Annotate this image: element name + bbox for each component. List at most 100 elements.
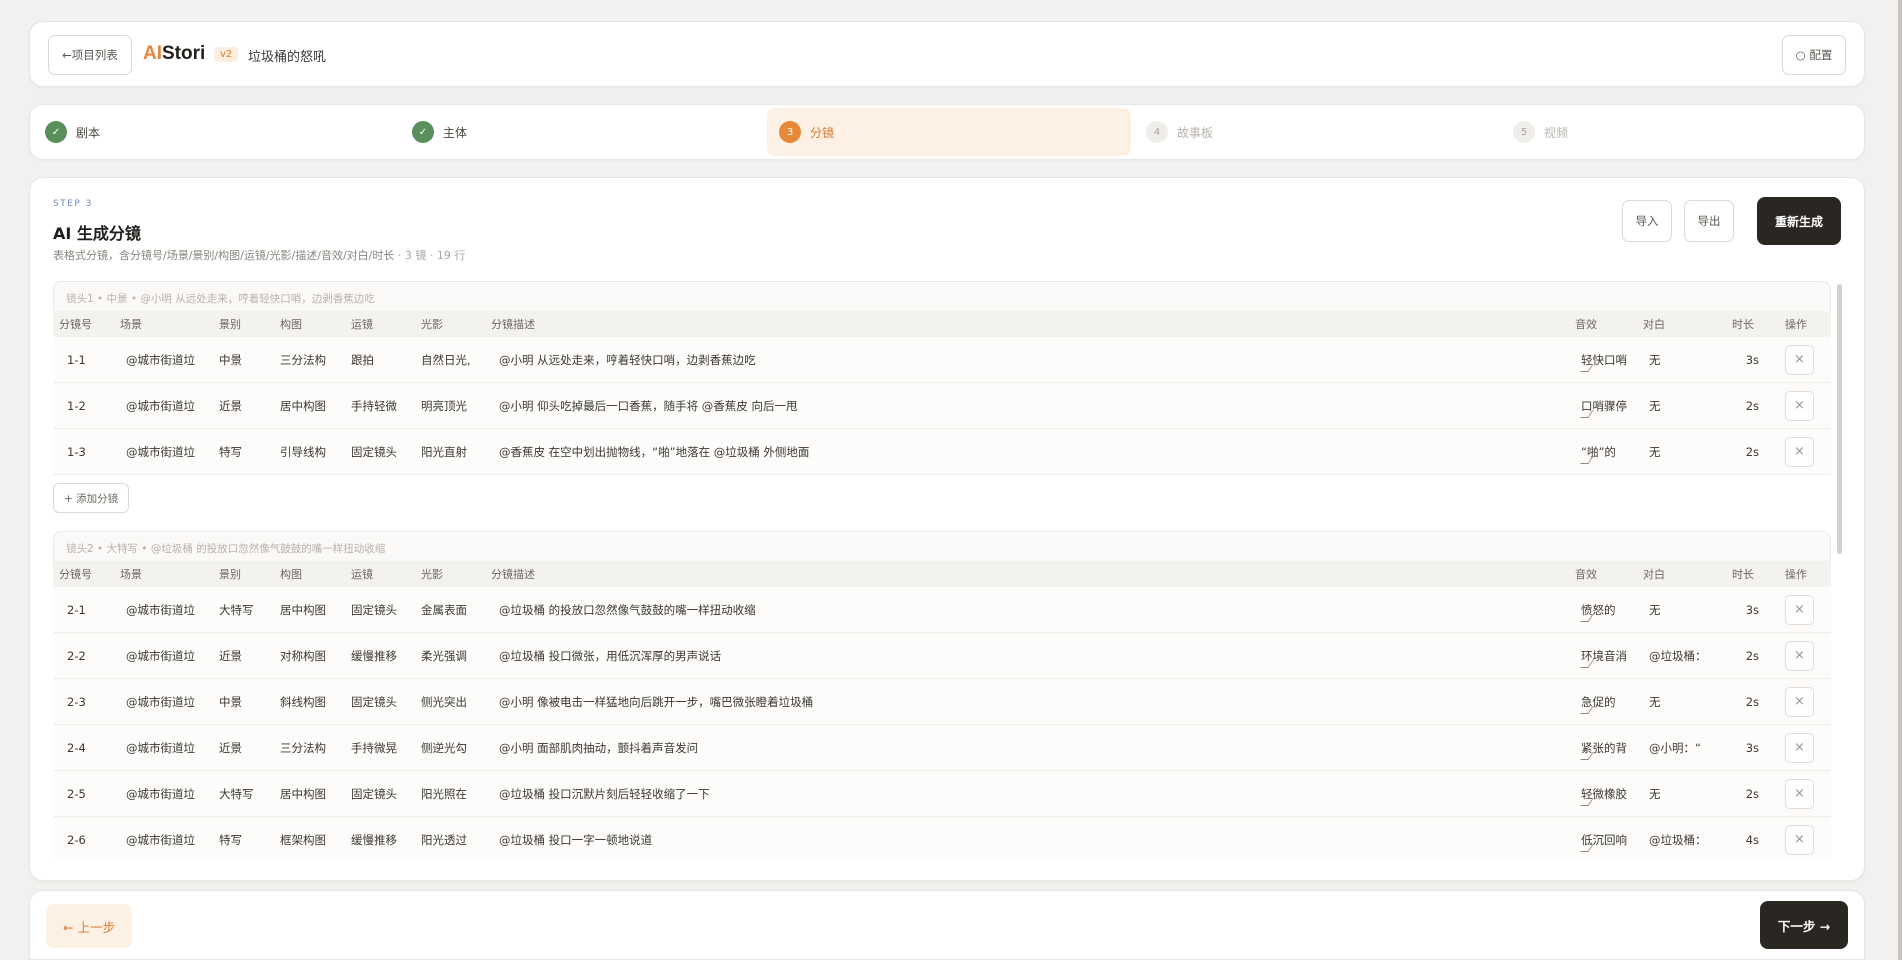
cell-text: 1-2 (67, 398, 86, 413)
cell-description[interactable]: @垃圾桶 投口微张，用低沉浑厚的男声说话 (485, 648, 1569, 664)
cell-camera-move[interactable]: 手持微晃 (345, 740, 415, 756)
cell-shot-type[interactable]: 大特写 (213, 602, 274, 618)
cell-composition[interactable]: 居中构图 (274, 602, 345, 618)
cell-description[interactable]: @香蕉皮 在空中划出抛物线，“啪”地落在 @垃圾桶 外侧地面 (485, 444, 1569, 460)
cell-shot-type[interactable]: 近景 (213, 398, 274, 414)
cell-shot-type[interactable]: 中景 (213, 352, 274, 368)
cell-dialog[interactable]: 无 (1637, 602, 1726, 618)
cell-lighting[interactable]: 柔光强调 (415, 648, 485, 664)
cell-scene[interactable]: @城市街道垃 (114, 352, 213, 368)
cell-description[interactable]: @小明 从远处走来，哼着轻快口哨，边剥香蕉边吃 (485, 352, 1569, 368)
cell-scene[interactable]: @城市街道垃 (114, 832, 213, 848)
cell-scene[interactable]: @城市街道垃 (114, 602, 213, 618)
previous-step-button[interactable]: ← 上一步 (46, 904, 132, 948)
delete-row-button[interactable]: × (1785, 640, 1814, 671)
cell-sound-effect[interactable]: 愤怒的 (1569, 602, 1637, 618)
cell-sound-effect[interactable]: 环境音消 (1569, 648, 1637, 664)
cell-composition[interactable]: 斜线构图 (274, 694, 345, 710)
cell-description[interactable]: @小明 仰头吃掉最后一口香蕉，随手将 @香蕉皮 向后一甩 (485, 398, 1569, 414)
cell-scene[interactable]: @城市街道垃 (114, 740, 213, 756)
cell-shot-type[interactable]: 近景 (213, 740, 274, 756)
step-subject[interactable]: ✓ 主体 (400, 108, 764, 156)
cell-camera-move[interactable]: 缓慢推移 (345, 648, 415, 664)
cell-description[interactable]: @垃圾桶 投口一字一顿地说道 (485, 832, 1569, 848)
cell-scene[interactable]: @城市街道垃 (114, 694, 213, 710)
cell-sound-effect[interactable]: 低沉回响 (1569, 832, 1637, 848)
cell-shot-type[interactable]: 近景 (213, 648, 274, 664)
delete-row-button[interactable]: × (1785, 824, 1814, 855)
cell-sound-effect[interactable]: 轻快口哨 (1569, 352, 1637, 368)
regenerate-button[interactable]: 重新生成 (1757, 197, 1841, 245)
delete-row-button[interactable]: × (1785, 344, 1814, 375)
back-to-projects-button[interactable]: ←项目列表 (48, 35, 132, 75)
step-storyboard-shots[interactable]: 3 分镜 (767, 108, 1131, 156)
cell-dialog[interactable]: 无 (1637, 694, 1726, 710)
cell-dialog[interactable]: 无 (1637, 444, 1726, 460)
cell-description[interactable]: @垃圾桶 投口沉默片刻后轻轻收缩了一下 (485, 786, 1569, 802)
cell-composition[interactable]: 引导线构 (274, 444, 345, 460)
cell-composition[interactable]: 对称构图 (274, 648, 345, 664)
add-shot-button[interactable]: + 添加分镜 (53, 483, 130, 513)
delete-row-button[interactable]: × (1785, 594, 1814, 625)
cell-sound-effect[interactable]: 轻微橡胶 (1569, 786, 1637, 802)
cell-text: 手持微晃 (351, 740, 397, 755)
cell-lighting[interactable]: 阳光照在 (415, 786, 485, 802)
cell-camera-move[interactable]: 缓慢推移 (345, 832, 415, 848)
step-video[interactable]: 5 视频 (1501, 108, 1861, 156)
cell-camera-move[interactable]: 固定镜头 (345, 694, 415, 710)
cell-lighting[interactable]: 阳光透过 (415, 832, 485, 848)
cell-scene[interactable]: @城市街道垃 (114, 786, 213, 802)
cell-shot-type[interactable]: 特写 (213, 444, 274, 460)
delete-row-button[interactable]: × (1785, 732, 1814, 763)
export-button[interactable]: 导出 (1684, 200, 1734, 242)
cell-shot-type[interactable]: 大特写 (213, 786, 274, 802)
cell-composition[interactable]: 三分法构 (274, 352, 345, 368)
config-button[interactable]: ○ 配置 (1782, 35, 1846, 75)
step-script[interactable]: ✓ 剧本 (33, 108, 397, 156)
shots-list[interactable]: 镜头1 • 中景 • @小明 从远处走来，哼着轻快口哨，边剥香蕉边吃 分镜号 场景景… (53, 281, 1831, 859)
import-button[interactable]: 导入 (1622, 200, 1672, 242)
cell-sound-effect[interactable]: 紧张的背 (1569, 740, 1637, 756)
delete-row-button[interactable]: × (1785, 390, 1814, 421)
cell-composition[interactable]: 居中构图 (274, 786, 345, 802)
cell-scene[interactable]: @城市街道垃 (114, 444, 213, 460)
next-step-button[interactable]: 下一步 → (1760, 901, 1848, 949)
cell-sound-effect[interactable]: “啪”的 (1569, 444, 1637, 460)
cell-shot-type[interactable]: 中景 (213, 694, 274, 710)
cell-dialog[interactable]: @垃圾桶： (1637, 832, 1726, 848)
cell-dialog[interactable]: 无 (1637, 786, 1726, 802)
cell-lighting[interactable]: 自然日光, (415, 352, 485, 368)
cell-dialog[interactable]: 无 (1637, 352, 1726, 368)
cell-camera-move[interactable]: 跟拍 (345, 352, 415, 368)
cell-description[interactable]: @小明 像被电击一样猛地向后跳开一步，嘴巴微张瞪着垃圾桶 (485, 694, 1569, 710)
delete-row-button[interactable]: × (1785, 686, 1814, 717)
cell-composition[interactable]: 三分法构 (274, 740, 345, 756)
cell-scene[interactable]: @城市街道垃 (114, 398, 213, 414)
cell-lighting[interactable]: 侧逆光勾 (415, 740, 485, 756)
cell-camera-move[interactable]: 固定镜头 (345, 602, 415, 618)
cell-lighting[interactable]: 阳光直射 (415, 444, 485, 460)
cell-dialog[interactable]: @小明：“ (1637, 740, 1726, 756)
scrollbar[interactable] (1837, 284, 1842, 554)
step-storyboard[interactable]: 4 故事板 (1134, 108, 1498, 156)
cell-composition[interactable]: 居中构图 (274, 398, 345, 414)
cell-dialog[interactable]: @垃圾桶： (1637, 648, 1726, 664)
cell-sound-effect[interactable]: 口哨骤停 (1569, 398, 1637, 414)
cell-description[interactable]: @小明 面部肌肉抽动，颤抖着声音发问 (485, 740, 1569, 756)
cell-shot-type[interactable]: 特写 (213, 832, 274, 848)
column-header-duration: 时长 (1732, 568, 1754, 581)
cell-lighting[interactable]: 明亮顶光 (415, 398, 485, 414)
cell-sound-effect[interactable]: 急促的 (1569, 694, 1637, 710)
cell-scene[interactable]: @城市街道垃 (114, 648, 213, 664)
cell-camera-move[interactable]: 固定镜头 (345, 786, 415, 802)
cell-text: 无 (1649, 398, 1661, 413)
cell-lighting[interactable]: 金属表面 (415, 602, 485, 618)
delete-row-button[interactable]: × (1785, 436, 1814, 467)
delete-row-button[interactable]: × (1785, 778, 1814, 809)
cell-composition[interactable]: 框架构图 (274, 832, 345, 848)
cell-description[interactable]: @垃圾桶 的投放口忽然像气鼓鼓的嘴一样扭动收缩 (485, 602, 1569, 618)
cell-camera-move[interactable]: 手持轻微 (345, 398, 415, 414)
cell-lighting[interactable]: 侧光突出 (415, 694, 485, 710)
cell-camera-move[interactable]: 固定镜头 (345, 444, 415, 460)
cell-dialog[interactable]: 无 (1637, 398, 1726, 414)
